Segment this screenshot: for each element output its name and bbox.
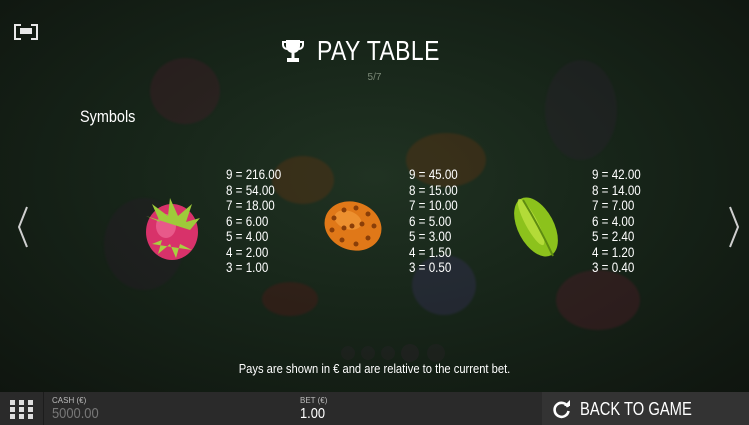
dragon-fruit-payouts: 9 = 216.00 8 = 54.00 7 = 18.00 6 = 6.00 … [226,167,281,276]
payout-7: 7 = 18.00 [226,198,275,213]
payout-6: 6 = 6.00 [226,213,269,229]
payout-3: 3 = 0.40 [592,260,635,275]
background-plum [150,58,220,124]
starfruit-symbol [514,197,558,257]
payout-9: 9 = 45.00 [409,167,458,182]
payout-5: 5 = 4.00 [226,229,269,244]
background-dragon-fruit [556,270,640,330]
divider [43,392,44,425]
bet-label: BET (€) [300,396,328,405]
starfruit-payouts: 9 = 42.00 8 = 14.00 7 = 7.00 6 = 4.00 5 … [592,167,641,276]
kiwano-symbol [324,201,382,251]
payout-8: 8 = 14.00 [592,182,641,198]
page-dot-active[interactable] [401,344,419,362]
page-dot[interactable] [361,346,375,360]
pays-note: Pays are shown in € and are relative to … [238,361,511,376]
payout-6: 6 = 5.00 [409,213,452,229]
page-dot[interactable] [341,346,355,360]
grid-menu-icon[interactable] [10,400,34,420]
payout-9: 9 = 216.00 [226,167,282,182]
kiwano-payouts: 9 = 45.00 8 = 15.00 7 = 10.00 6 = 5.00 5… [409,167,458,276]
trophy-icon [282,40,305,62]
payout-7: 7 = 10.00 [409,198,458,213]
payout-6: 6 = 4.00 [592,213,635,229]
payout-8: 8 = 15.00 [409,182,458,198]
chevron-left-icon[interactable] [16,205,30,249]
payout-8: 8 = 54.00 [226,182,275,198]
section-title: Symbols [80,107,136,126]
payout-5: 5 = 3.00 [409,229,452,244]
title-row: PAY TABLE [0,35,749,67]
bottom-bar: CASH (€) 5000.00 BET (€) 1.00 BACK TO GA… [0,392,749,425]
page-dots [327,344,457,362]
back-to-game-label: BACK TO GAME [580,399,692,419]
payout-3: 3 = 1.00 [226,260,269,275]
page-dot[interactable] [427,344,445,362]
background-cherries [262,282,318,316]
payout-9: 9 = 42.00 [592,167,641,182]
payout-3: 3 = 0.50 [409,260,452,275]
paytable-stage: PAY TABLE 5/7 Symbols 9 = 216.00 8 = 54.… [0,0,749,392]
payout-4: 4 = 2.00 [226,244,269,260]
cash-value: 5000.00 [52,405,99,422]
payout-7: 7 = 7.00 [592,198,635,213]
page-indicator: 5/7 [367,72,382,83]
bet-value: 1.00 [300,405,326,422]
page-dot[interactable] [381,346,395,360]
dragon-fruit-symbol [146,198,200,260]
page-title: PAY TABLE [316,35,440,66]
chevron-right-icon[interactable] [727,205,741,249]
payout-5: 5 = 2.40 [592,229,635,244]
payout-4: 4 = 1.20 [592,244,635,260]
cash-label: CASH (€) [52,396,87,405]
back-to-game-button[interactable]: BACK TO GAME [542,392,749,425]
payout-4: 4 = 1.50 [409,244,452,260]
refresh-icon [553,400,570,419]
